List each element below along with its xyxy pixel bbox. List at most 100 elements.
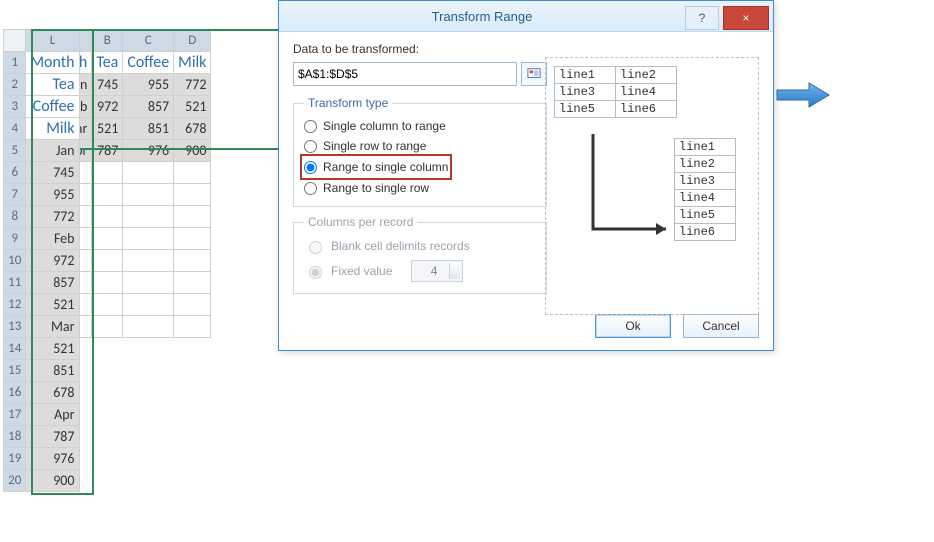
row-header[interactable]: 5 (4, 140, 26, 162)
row-header[interactable]: 7 (4, 184, 26, 206)
opt-range-to-single-col[interactable]: Range to single column (304, 157, 448, 177)
radio[interactable] (304, 161, 317, 174)
cell[interactable] (123, 250, 174, 272)
cell[interactable]: 745 (92, 74, 123, 96)
range-input[interactable] (293, 62, 517, 86)
cell[interactable] (174, 162, 211, 184)
cell[interactable]: Mar (26, 316, 79, 338)
row-header[interactable]: 2 (4, 74, 26, 96)
cell[interactable]: Apr (26, 404, 79, 426)
cell[interactable]: 976 (26, 448, 79, 470)
cell[interactable]: 521 (26, 294, 79, 316)
row-header[interactable]: 10 (4, 250, 26, 272)
row-header[interactable]: 12 (4, 294, 26, 316)
row-header[interactable]: 17 (4, 404, 26, 426)
corner-cell[interactable] (4, 30, 26, 52)
col-header[interactable]: C (123, 30, 174, 52)
ok-button[interactable]: Ok (595, 314, 671, 338)
cell[interactable]: 521 (174, 96, 211, 118)
cell[interactable]: 955 (123, 74, 174, 96)
row-header[interactable]: 3 (4, 96, 26, 118)
cell[interactable]: Feb (26, 228, 79, 250)
cell[interactable] (123, 162, 174, 184)
cell[interactable] (123, 228, 174, 250)
cell[interactable] (92, 294, 123, 316)
cell[interactable]: 972 (26, 250, 79, 272)
row-header[interactable]: 6 (4, 162, 26, 184)
cell[interactable] (92, 162, 123, 184)
cell[interactable] (174, 250, 211, 272)
radio[interactable] (304, 140, 317, 153)
cell[interactable]: 976 (123, 140, 174, 162)
cell[interactable]: 972 (92, 96, 123, 118)
row-header[interactable]: 8 (4, 206, 26, 228)
row-header[interactable]: 9 (4, 228, 26, 250)
row-header[interactable]: 4 (4, 118, 26, 140)
cell[interactable]: Tea (26, 74, 79, 96)
cell[interactable]: 772 (174, 74, 211, 96)
cell[interactable] (123, 316, 174, 338)
cell[interactable] (174, 206, 211, 228)
row-header[interactable]: 1 (4, 52, 26, 74)
cell[interactable] (174, 272, 211, 294)
cancel-button[interactable]: Cancel (683, 314, 759, 338)
cell[interactable] (92, 206, 123, 228)
cell[interactable]: 521 (26, 338, 79, 360)
cell[interactable]: Month (26, 52, 79, 74)
cell[interactable] (92, 228, 123, 250)
cell[interactable]: Tea (92, 52, 123, 74)
row-header[interactable]: 20 (4, 470, 26, 492)
cell[interactable]: Coffee (123, 52, 174, 74)
radio[interactable] (304, 182, 317, 195)
row-header[interactable]: 11 (4, 272, 26, 294)
titlebar[interactable]: Transform Range ? × (279, 1, 773, 32)
cell[interactable]: 787 (92, 140, 123, 162)
row-header[interactable]: 19 (4, 448, 26, 470)
radio[interactable] (304, 120, 317, 133)
cell[interactable]: 955 (26, 184, 79, 206)
col-header[interactable]: L (26, 30, 79, 52)
cell[interactable] (92, 316, 123, 338)
cell[interactable]: 521 (92, 118, 123, 140)
right-grid[interactable]: L 1Month 2Tea 3Coffee 4Milk 5Jan 6745 79… (3, 29, 79, 492)
opt-range-to-single-row[interactable]: Range to single row (304, 178, 536, 198)
cell[interactable]: 900 (26, 470, 79, 492)
cell[interactable]: 857 (26, 272, 79, 294)
cell[interactable]: 900 (174, 140, 211, 162)
opt-single-col-to-range[interactable]: Single column to range (304, 116, 536, 136)
cell[interactable] (174, 228, 211, 250)
cell[interactable] (174, 184, 211, 206)
col-header[interactable]: B (92, 30, 123, 52)
cell[interactable]: Coffee (26, 96, 79, 118)
cell[interactable] (174, 316, 211, 338)
col-header[interactable]: D (174, 30, 211, 52)
row-header[interactable]: 13 (4, 316, 26, 338)
cell[interactable] (174, 294, 211, 316)
cell[interactable] (123, 206, 174, 228)
cell[interactable] (92, 184, 123, 206)
cell[interactable]: 851 (123, 118, 174, 140)
row-header[interactable]: 14 (4, 338, 26, 360)
cell[interactable]: 851 (26, 360, 79, 382)
cell[interactable]: Milk (174, 52, 211, 74)
row-header[interactable]: 16 (4, 382, 26, 404)
cell[interactable]: Jan (26, 140, 79, 162)
cell[interactable] (123, 272, 174, 294)
opt-single-row-to-range[interactable]: Single row to range (304, 136, 536, 156)
row-header[interactable]: 18 (4, 426, 26, 448)
cell[interactable] (92, 250, 123, 272)
row-header[interactable]: 15 (4, 360, 26, 382)
cell[interactable]: 857 (123, 96, 174, 118)
cell[interactable]: 772 (26, 206, 79, 228)
cell[interactable] (123, 184, 174, 206)
range-picker-button[interactable] (521, 62, 547, 86)
cell[interactable] (92, 272, 123, 294)
close-button[interactable]: × (723, 6, 769, 30)
cell[interactable]: 678 (174, 118, 211, 140)
cell[interactable]: 745 (26, 162, 79, 184)
cell[interactable]: 787 (26, 426, 79, 448)
cell[interactable]: Milk (26, 118, 79, 140)
help-button[interactable]: ? (685, 6, 719, 30)
cell[interactable] (123, 294, 174, 316)
cell[interactable]: 678 (26, 382, 79, 404)
